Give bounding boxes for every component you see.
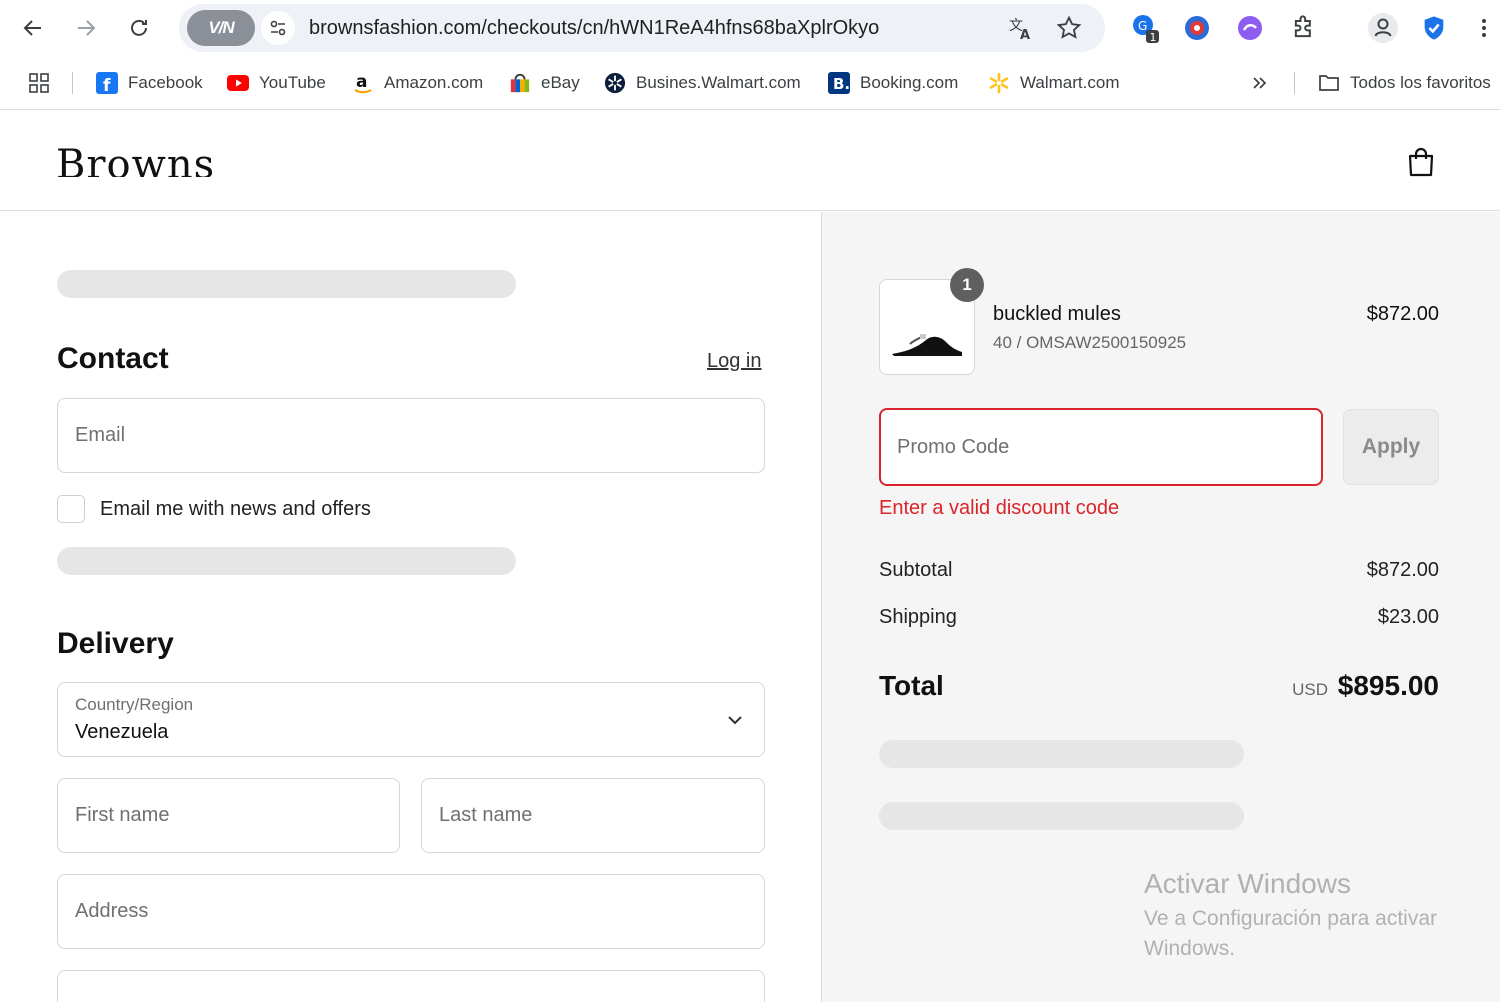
total-currency: USD: [1292, 680, 1328, 699]
login-link[interactable]: Log in: [707, 350, 762, 373]
loading-skeleton: [879, 740, 1244, 768]
folder-icon: [1318, 72, 1340, 94]
promo-code-input[interactable]: [881, 410, 1321, 484]
total-label: Total: [879, 670, 944, 701]
country-select[interactable]: Country/Region Venezuela: [57, 682, 765, 757]
bookmarks-bar: f Facebook YouTube a Amazon.com eBay Bus…: [0, 56, 1500, 110]
first-name-input[interactable]: [58, 779, 399, 852]
shipping-value: $23.00: [1377, 606, 1439, 628]
browns-logo[interactable]: Browns: [56, 139, 215, 177]
bookmark-booking[interactable]: B. Booking.com: [828, 70, 958, 96]
loading-skeleton: [57, 547, 516, 575]
address-line2-field[interactable]: [57, 970, 765, 1002]
windows-activation-watermark: Activar Windows Ve a Configuración para …: [1144, 868, 1464, 964]
apps-grid-icon[interactable]: [28, 70, 50, 96]
svg-text:f: f: [103, 76, 111, 94]
bookmark-label: Amazon.com: [384, 73, 484, 92]
chevron-down-icon: [728, 716, 742, 725]
browser-menu-icon[interactable]: [1468, 12, 1500, 44]
email-field[interactable]: [57, 398, 765, 473]
last-name-input[interactable]: [422, 779, 764, 852]
walmart-business-icon: [604, 72, 626, 94]
email-input[interactable]: [58, 399, 764, 472]
profile-avatar-icon[interactable]: [1367, 12, 1399, 44]
back-icon[interactable]: [15, 10, 51, 46]
all-bookmarks-label: Todos los favoritos: [1350, 73, 1491, 92]
bookmark-walmart-business[interactable]: Busines.Walmart.com: [604, 70, 801, 96]
forward-icon[interactable]: [68, 10, 104, 46]
vpn-label: V/N: [208, 18, 234, 37]
bookmark-ebay[interactable]: eBay: [509, 70, 580, 96]
total-value: $895.00: [1337, 670, 1439, 701]
promo-error-message: Enter a valid discount code: [879, 497, 1120, 519]
bookmark-label: Busines.Walmart.com: [636, 73, 801, 92]
newsletter-checkbox[interactable]: [57, 495, 85, 523]
more-bookmarks-chevron-icon[interactable]: [1250, 70, 1270, 96]
bookmark-label: Walmart.com: [1020, 73, 1120, 92]
bookmark-label: Booking.com: [860, 73, 959, 92]
apply-button[interactable]: Apply: [1343, 409, 1439, 485]
bookmark-youtube[interactable]: YouTube: [227, 70, 326, 96]
address-field[interactable]: [57, 874, 765, 949]
watermark-title: Activar Windows: [1144, 868, 1351, 899]
address-bar[interactable]: V/N brownsfashion.com/checkouts/cn/hWN1R…: [179, 4, 1105, 52]
translate-extension-icon[interactable]: G1: [1130, 12, 1162, 44]
bookmark-label: Facebook: [128, 73, 203, 92]
loading-skeleton: [879, 802, 1244, 830]
country-label: Country/Region: [75, 695, 194, 714]
all-bookmarks-folder[interactable]: Todos los favoritos: [1318, 70, 1491, 96]
extension-badge: 1: [1150, 31, 1157, 44]
address-input[interactable]: [58, 875, 764, 948]
facebook-icon: f: [96, 72, 118, 94]
bookmark-star-icon[interactable]: [1055, 14, 1083, 42]
svg-text:G: G: [1138, 19, 1147, 33]
bookmark-facebook[interactable]: f Facebook: [96, 70, 203, 96]
ebay-icon: [509, 72, 531, 94]
svg-text:A: A: [1020, 28, 1030, 41]
site-settings-icon[interactable]: [261, 11, 295, 45]
reload-icon[interactable]: [121, 10, 157, 46]
product-price: $872.00: [1366, 303, 1439, 325]
bookmark-walmart[interactable]: Walmart.com: [988, 70, 1120, 96]
checkout-form: Contact Log in Email me with news and of…: [0, 212, 821, 1002]
shipping-label: Shipping: [879, 606, 957, 628]
first-name-field[interactable]: [57, 778, 400, 853]
bookmark-label: YouTube: [259, 73, 326, 92]
product-name: buckled mules: [993, 303, 1121, 325]
bookmark-amazon[interactable]: a Amazon.com: [352, 70, 483, 96]
extensions-puzzle-icon[interactable]: [1288, 12, 1320, 44]
subtotal-label: Subtotal: [879, 559, 953, 581]
bookmark-label: eBay: [541, 73, 580, 92]
promo-code-field[interactable]: [879, 408, 1323, 486]
url-text[interactable]: brownsfashion.com/checkouts/cn/hWN1ReA4h…: [309, 17, 879, 40]
newsletter-label: Email me with news and offers: [100, 498, 371, 520]
purple-extension-icon[interactable]: [1234, 12, 1266, 44]
booking-icon: B.: [828, 72, 850, 94]
translate-icon[interactable]: 文A: [1007, 14, 1035, 42]
bookmarks-divider: [72, 72, 73, 94]
watermark-subtitle: Ve a Configuración para activar Windows.: [1144, 907, 1438, 960]
walmart-icon: [988, 72, 1010, 94]
shopping-bag-icon[interactable]: [1404, 145, 1438, 179]
svg-text:B.: B.: [833, 75, 850, 93]
delivery-heading: Delivery: [57, 627, 174, 660]
shield-extension-icon[interactable]: [1418, 12, 1450, 44]
bookmarks-divider: [1294, 72, 1295, 94]
svg-text:a: a: [356, 72, 367, 92]
security-extension-icon[interactable]: [1181, 12, 1213, 44]
amazon-icon: a: [352, 72, 374, 94]
youtube-icon: [227, 72, 249, 94]
loading-skeleton: [57, 270, 516, 298]
country-value: Venezuela: [75, 721, 169, 743]
site-header: Browns: [0, 111, 1500, 211]
browser-toolbar: V/N brownsfashion.com/checkouts/cn/hWN1R…: [0, 0, 1500, 56]
quantity-badge: 1: [950, 268, 984, 302]
subtotal-value: $872.00: [1366, 559, 1439, 581]
last-name-field[interactable]: [421, 778, 765, 853]
vpn-button[interactable]: V/N: [187, 10, 255, 46]
contact-heading: Contact: [57, 342, 169, 375]
product-variant: 40 / OMSAW2500150925: [993, 333, 1187, 352]
